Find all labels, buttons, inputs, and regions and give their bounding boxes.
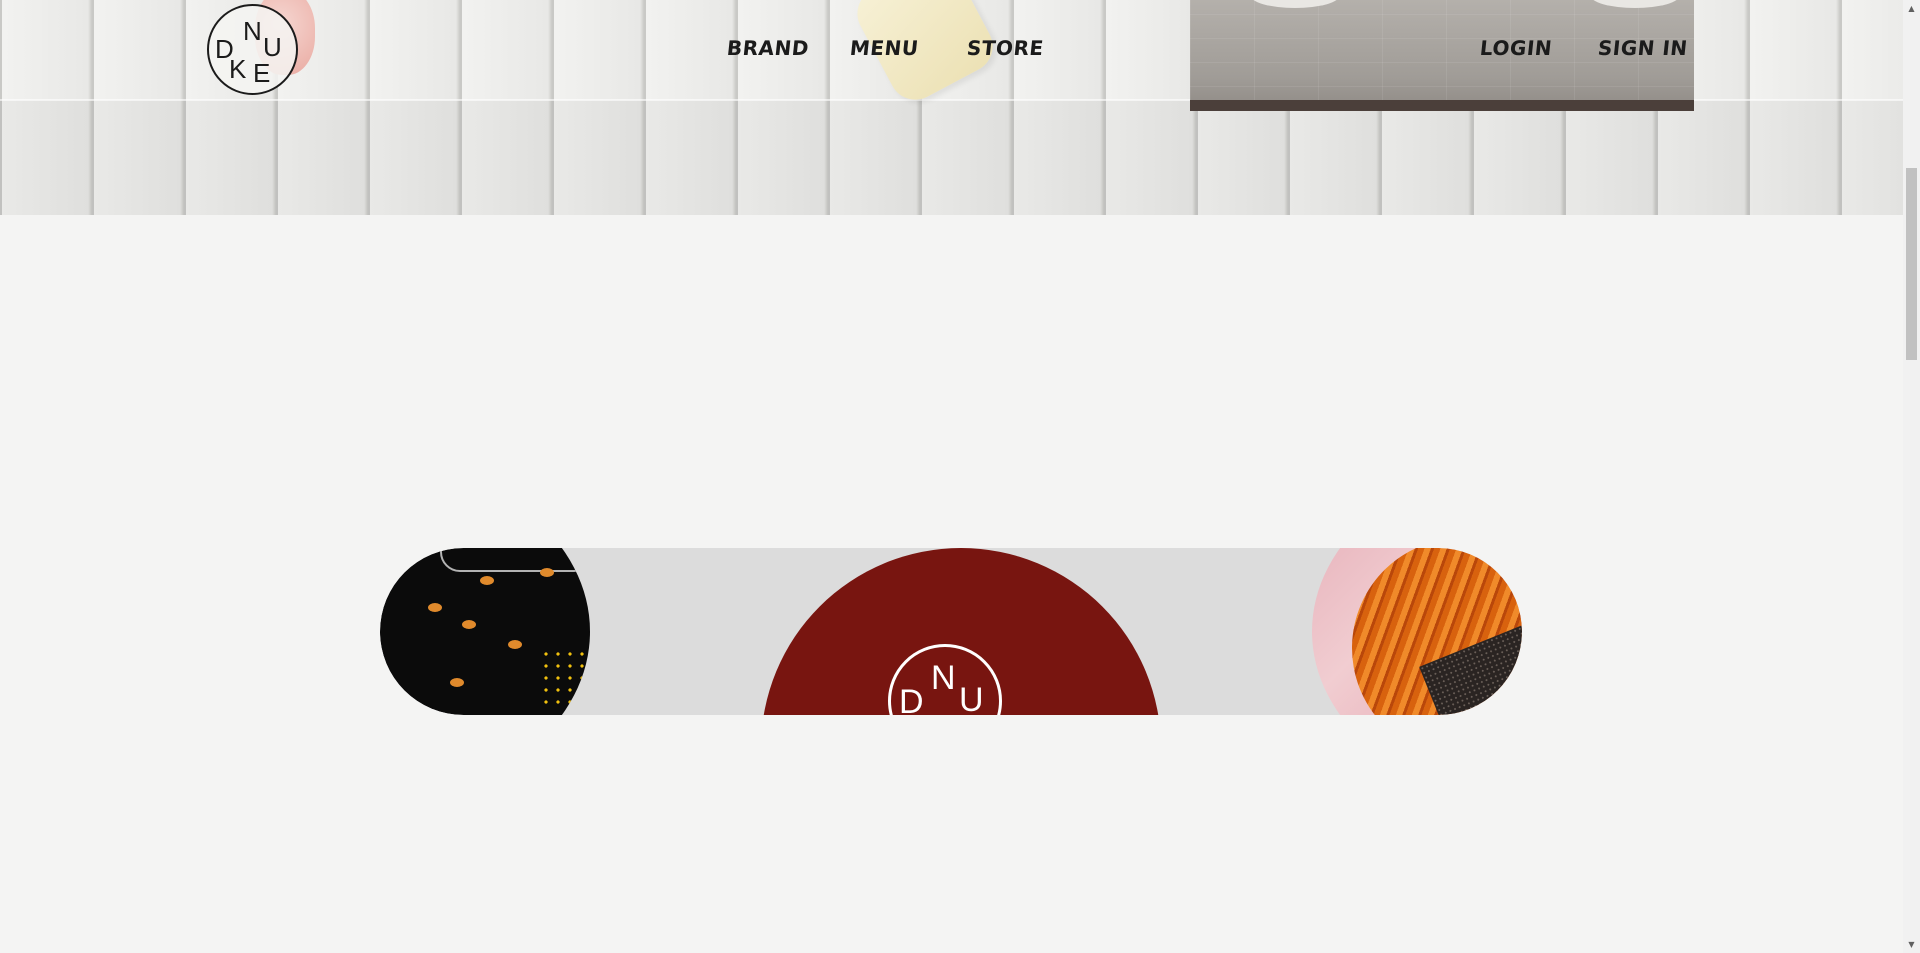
page-scrollbar[interactable]: ▲ ▼: [1903, 0, 1920, 953]
center-logo-letter: K: [915, 711, 938, 715]
butterfly-shape: [462, 620, 476, 629]
nav-login-link[interactable]: LOGIN: [1479, 36, 1554, 60]
scroll-thumb[interactable]: [1906, 168, 1917, 360]
nav-brand-link[interactable]: BRAND: [726, 36, 810, 60]
logo-letter: E: [253, 58, 271, 88]
croissant-photo[interactable]: [1312, 548, 1522, 715]
nav-menu-link[interactable]: MENU: [849, 36, 920, 60]
logo-letter: N: [243, 16, 262, 46]
brand-logo[interactable]: N D U K E: [207, 4, 298, 95]
logo-letter: U: [263, 32, 282, 62]
flower-shape: [540, 648, 590, 708]
promo-banner: N D U K E: [380, 548, 1522, 715]
logo-letter: K: [229, 54, 247, 84]
butterfly-shape: [540, 568, 554, 577]
center-logo-letter: N: [931, 659, 956, 697]
butterfly-shape: [480, 576, 494, 585]
butterfly-photo[interactable]: [380, 548, 590, 715]
scroll-down-arrow-icon[interactable]: ▼: [1903, 936, 1920, 953]
tile-shadow: [0, 100, 1903, 215]
butterfly-shape: [450, 678, 464, 687]
butterfly-shape: [428, 603, 442, 612]
nav-signin-link[interactable]: SIGN IN: [1597, 36, 1689, 60]
scroll-up-arrow-icon[interactable]: ▲: [1903, 0, 1920, 17]
butterfly-shape: [508, 640, 522, 649]
nav-store-link[interactable]: STORE: [966, 36, 1045, 60]
center-logo-letter: E: [947, 713, 970, 715]
top-navigation: N D U K E BRAND MENU STORE LOGIN SIGN IN: [0, 0, 1903, 100]
